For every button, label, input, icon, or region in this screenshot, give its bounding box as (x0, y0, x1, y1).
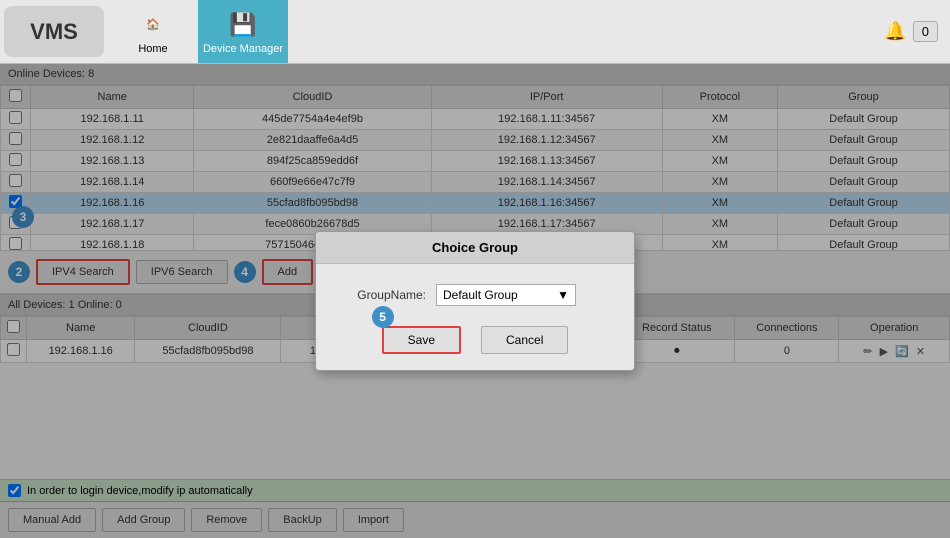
modal-save-button[interactable]: Save (382, 326, 461, 354)
modal-buttons: 5 Save Cancel (316, 326, 634, 370)
device-manager-icon: 💾 (227, 9, 259, 41)
modal-overlay: Choice Group GroupName: Default Group ▼ … (0, 64, 950, 538)
modal-body: GroupName: Default Group ▼ (316, 264, 634, 326)
main-area: Online Devices: 8 Name CloudID IP/Port P… (0, 64, 950, 538)
nav-home[interactable]: 🏠 Home (108, 0, 198, 63)
nav-device-manager[interactable]: 💾 Device Manager (198, 0, 288, 63)
step5-circle: 5 (372, 306, 394, 328)
bell-icon: 🔔 (884, 21, 906, 42)
group-name-select[interactable]: Default Group ▼ (436, 284, 576, 306)
group-name-label: GroupName: (336, 288, 426, 302)
notification-count: 0 (913, 21, 938, 42)
choice-group-modal: Choice Group GroupName: Default Group ▼ … (315, 231, 635, 371)
top-bar: VMS 🏠 Home 💾 Device Manager 🔔 0 (0, 0, 950, 64)
home-icon: 🏠 (137, 9, 169, 41)
modal-group-row: GroupName: Default Group ▼ (336, 284, 614, 306)
vms-logo: VMS (4, 6, 104, 57)
modal-cancel-button[interactable]: Cancel (481, 326, 568, 354)
modal-title: Choice Group (316, 232, 634, 264)
notification-area: 🔔 0 (884, 0, 950, 63)
